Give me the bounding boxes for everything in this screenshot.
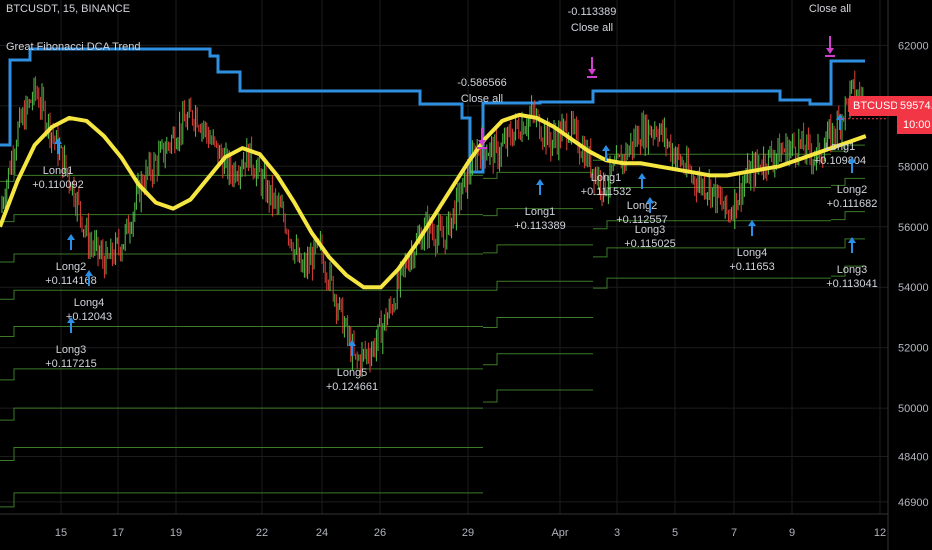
annotation-value: +0.113041 (826, 278, 878, 290)
annotation-text: Long3 (837, 264, 868, 276)
y-tick-label: 56000 (898, 222, 929, 234)
long-entry-marker: Long1 +0.110092 (32, 138, 84, 191)
x-tick-label: 17 (112, 527, 124, 539)
annotation-value: +0.11653 (729, 261, 774, 273)
long-entry-marker: Long4 +0.11653 (729, 220, 775, 273)
fib-level-line (483, 280, 593, 291)
annotation-text: Long3 (56, 344, 87, 356)
annotation-text: Long1 (525, 206, 556, 218)
close-arrow-head-icon (588, 69, 596, 75)
x-tick-label: 15 (55, 527, 67, 539)
long-entry-marker: Long2+0.112557 (616, 173, 668, 226)
x-tick-label: 5 (672, 527, 678, 539)
y-tick-label: 54000 (898, 282, 929, 294)
annotation-text: Close all (809, 3, 851, 15)
fib-level-line (0, 407, 483, 421)
annotation-value: -0.586566 (457, 77, 507, 89)
close-arrow-head-icon (826, 48, 834, 54)
y-tick-label: 58000 (898, 161, 929, 173)
annotation-text: Long3 (635, 224, 666, 236)
x-tick-label: 12 (874, 527, 886, 539)
fib-level-line (0, 289, 483, 300)
fib-level-line (0, 446, 483, 461)
long-entry-marker: Long3 +0.117215 (45, 317, 97, 370)
fib-level-line (483, 171, 593, 179)
fib-level-line (0, 368, 483, 381)
long-entry-marker: Long1 +0.113389 (514, 179, 566, 232)
annotation-value: +0.124661 (326, 381, 378, 393)
y-tick-label: 50000 (898, 403, 929, 415)
x-tick-label: 19 (170, 527, 182, 539)
annotation-text: Long1 (43, 165, 74, 177)
x-tick-label: 9 (789, 527, 795, 539)
fib-level-line (483, 316, 593, 328)
fib-level-line (593, 277, 831, 289)
annotation-text: Long1 (591, 172, 622, 184)
x-tick-label: Apr (551, 527, 568, 539)
close-all-marker: -0.113389 Close all (568, 6, 617, 78)
fib-level-line (0, 214, 483, 223)
x-tick-label: 26 (374, 527, 386, 539)
fib-level-line (831, 211, 865, 221)
fib-level-line (483, 244, 593, 254)
fib-level-line (831, 238, 865, 249)
annotation-text: Long1 (825, 141, 856, 153)
annotation-value: +0.115025 (624, 238, 676, 250)
price-tag-countdown: 10:00 (897, 116, 932, 134)
annotation-text: Close all (461, 93, 503, 105)
annotation-value: +0.111532 (581, 186, 632, 198)
annotation-value: +0.111682 (827, 198, 878, 210)
x-tick-label: 3 (614, 527, 620, 539)
indicator-label[interactable]: Great Fibonacci DCA Trend (6, 41, 141, 53)
annotation-value: -0.113389 (568, 6, 617, 18)
annotation-value: +0.109804 (814, 155, 866, 167)
annotation-value: +0.113389 (514, 220, 566, 232)
x-tick-label: 7 (731, 527, 737, 539)
annotation-value: +0.110092 (32, 179, 84, 191)
fib-level-line (0, 492, 483, 508)
x-tick-label: 24 (316, 527, 328, 539)
price-tag-value: 59574.28 (897, 96, 932, 116)
annotation-text: Long4 (737, 247, 768, 259)
upper-trend-line (0, 47, 865, 174)
y-tick-label: 48400 (898, 452, 929, 464)
x-tick-label: 29 (462, 527, 474, 539)
annotation-text: Long2 (837, 184, 868, 196)
fib-level-line (0, 326, 483, 338)
close-all-marker: Close all (809, 3, 851, 57)
y-tick-label: 52000 (898, 343, 929, 355)
annotation-text: Close all (571, 22, 613, 34)
symbol-label[interactable]: BTCUSDT, 15, BINANCE (6, 3, 130, 15)
price-chart[interactable]: 4690048400500005200054000560005800060000… (0, 0, 932, 550)
y-tick-label: 46900 (898, 497, 929, 509)
annotation-text: Long2 (56, 261, 87, 273)
annotation-value: +0.117215 (45, 358, 97, 370)
chart-container[interactable]: 4690048400500005200054000560005800060000… (0, 0, 932, 550)
fib-level-line (483, 389, 593, 403)
last-price-tag: BTCUSDT 59574.28 10:00 (849, 96, 932, 142)
y-tick-label: 62000 (898, 40, 929, 52)
annotation-text: Long5 (337, 367, 368, 379)
long-entry-marker: Long3 +0.113041 (826, 237, 878, 290)
annotation-text: Long4 (74, 297, 105, 309)
x-tick-label: 22 (256, 527, 268, 539)
fib-level-line (483, 353, 593, 366)
